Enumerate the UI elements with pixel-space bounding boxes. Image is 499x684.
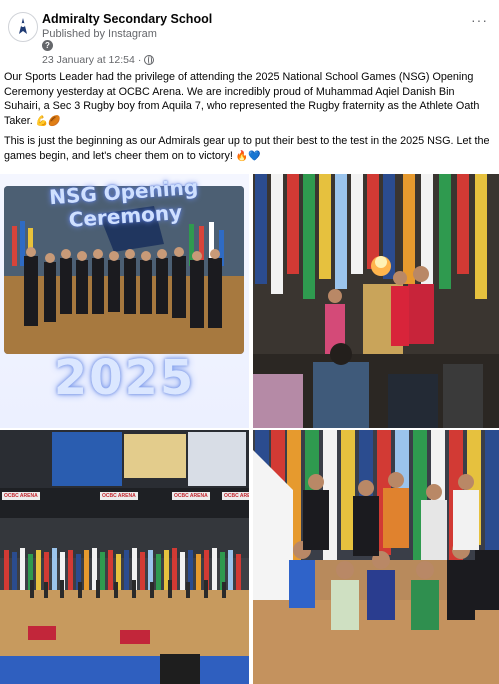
post-paragraph-1: Our Sports Leader had the privilege of a…	[4, 70, 494, 129]
post-meta: 23 January at 12:54 ·	[42, 54, 155, 66]
arena-wide-image	[0, 430, 249, 684]
paragraph-1-text: Our Sports Leader had the privilege of a…	[4, 71, 480, 127]
published-via-label: Published by Instagram	[42, 28, 157, 40]
arena-sign-3: OCBC ARENA	[172, 492, 210, 500]
info-icon[interactable]: ?	[42, 40, 53, 51]
torch-lighting-image	[253, 174, 499, 428]
post-header: Admiralty Secondary School Published by …	[4, 10, 494, 70]
post-paragraph-2: This is just the beginning as our Admira…	[4, 134, 494, 164]
more-options-button[interactable]: ···	[471, 12, 488, 28]
meta-separator: ·	[137, 54, 142, 66]
arena-sign-1: OCBC ARENA	[2, 492, 40, 500]
photo-2-torch-lighting[interactable]	[253, 174, 499, 428]
globe-icon	[144, 55, 155, 65]
school-crest-icon	[19, 18, 27, 34]
photo-4-athletes[interactable]	[253, 430, 499, 684]
athletes-image	[253, 430, 499, 684]
fire-heart-emoji: 🔥💙	[235, 150, 261, 162]
page-name-link[interactable]: Admiralty Secondary School	[42, 12, 212, 26]
photo-grid: NSG Opening Ceremony 2025 OCBC ARENA OCB…	[0, 174, 499, 684]
photo-1-group[interactable]: NSG Opening Ceremony 2025	[0, 174, 249, 428]
photo-3-arena-wide[interactable]: OCBC ARENA OCBC ARENA OCBC ARENA OCBC AR…	[0, 430, 249, 684]
timestamp-link[interactable]: 23 January at 12:54	[42, 54, 135, 66]
muscle-rugby-emoji: 💪🏉	[35, 115, 61, 127]
arena-sign-4: OCBC ARENA	[222, 492, 249, 500]
post-body: Our Sports Leader had the privilege of a…	[4, 70, 494, 169]
arena-sign-2: OCBC ARENA	[100, 492, 138, 500]
school-avatar[interactable]	[8, 12, 38, 42]
year-2025-text: 2025	[53, 350, 196, 406]
